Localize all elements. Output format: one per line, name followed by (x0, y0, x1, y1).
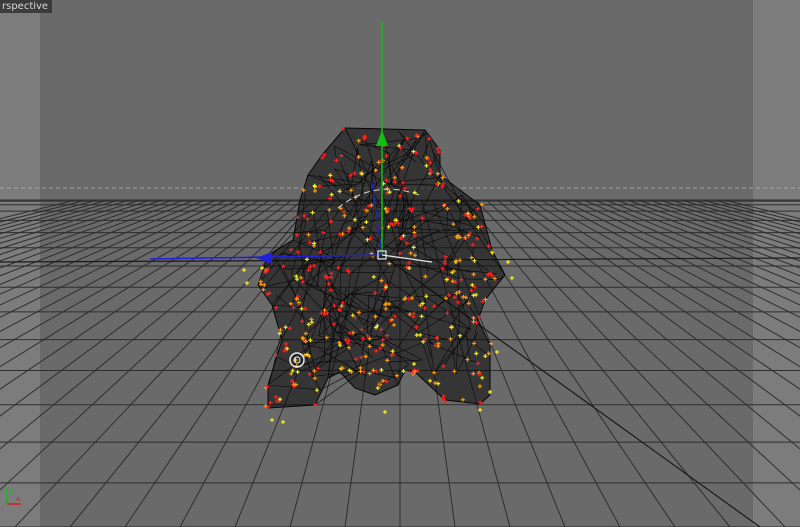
viewport-right-panel (753, 0, 800, 527)
axis-y-label: y (10, 488, 14, 496)
xyz-axis-icon: y x (6, 488, 21, 505)
camera-label: rspective (0, 0, 53, 13)
perspective-viewport[interactable]: rspective y x (0, 0, 800, 527)
axis-x-label: x (16, 495, 20, 503)
viewport-left-panel (0, 0, 40, 527)
